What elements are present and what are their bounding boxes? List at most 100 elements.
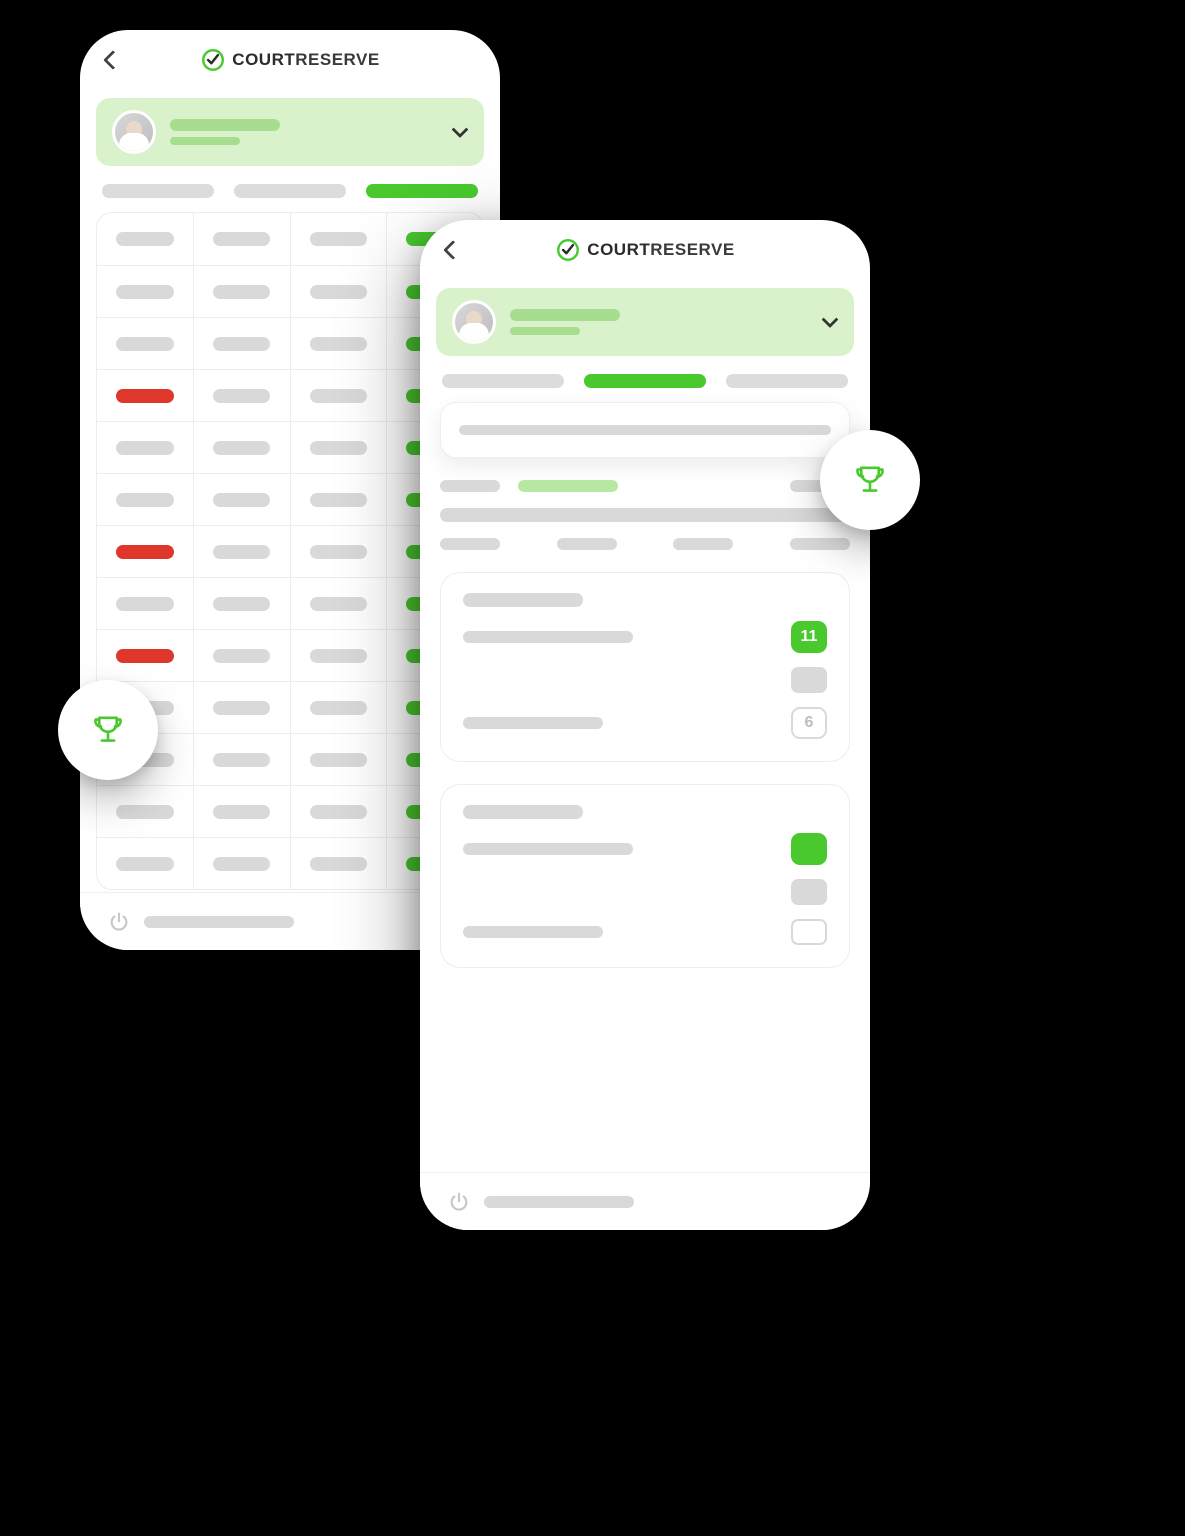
brand-name: COURTRESERVE — [587, 240, 734, 260]
footer — [420, 1172, 870, 1230]
status-pill — [116, 857, 173, 871]
status-pill — [310, 857, 367, 871]
table-cell[interactable] — [291, 578, 388, 629]
filter-chip-active[interactable] — [518, 480, 618, 492]
table-cell[interactable] — [291, 526, 388, 577]
stat-chip — [557, 538, 617, 550]
table-cell[interactable] — [194, 630, 291, 681]
table-cell[interactable] — [194, 422, 291, 473]
standing-card[interactable]: 11 6 — [440, 572, 850, 762]
status-pill — [116, 285, 173, 299]
status-pill — [213, 857, 270, 871]
table-cell[interactable] — [291, 786, 388, 837]
table-cell[interactable] — [97, 474, 194, 525]
footer-text-placeholder — [144, 916, 294, 928]
filter-chip[interactable] — [440, 480, 500, 492]
stat-chip — [440, 538, 500, 550]
brand-name: COURTRESERVE — [232, 50, 379, 70]
check-circle-icon — [200, 47, 226, 73]
chevron-down-icon[interactable] — [452, 121, 469, 138]
card-title-placeholder — [463, 593, 583, 607]
table-cell[interactable] — [291, 734, 388, 785]
content: 11 6 — [420, 402, 870, 1038]
table-cell[interactable] — [291, 838, 388, 889]
status-pill — [116, 805, 173, 819]
table-cell[interactable] — [97, 370, 194, 421]
header: COURTRESERVE — [420, 220, 870, 280]
table-cell[interactable] — [291, 682, 388, 733]
status-pill — [116, 545, 173, 559]
table-cell[interactable] — [291, 370, 388, 421]
tab-2[interactable] — [584, 374, 706, 388]
power-icon[interactable] — [448, 1191, 470, 1213]
tabs — [420, 368, 870, 402]
table-cell[interactable] — [97, 213, 194, 265]
check-circle-icon — [555, 237, 581, 263]
table-cell[interactable] — [291, 318, 388, 369]
table-cell[interactable] — [97, 318, 194, 369]
table-cell[interactable] — [194, 682, 291, 733]
stat-chip — [673, 538, 733, 550]
table-cell[interactable] — [97, 630, 194, 681]
table-cell[interactable] — [194, 786, 291, 837]
table-cell[interactable] — [97, 422, 194, 473]
back-icon[interactable] — [443, 240, 463, 260]
table-cell[interactable] — [194, 578, 291, 629]
status-pill — [310, 285, 367, 299]
table-cell[interactable] — [97, 266, 194, 317]
table-cell[interactable] — [97, 838, 194, 889]
status-pill — [213, 441, 270, 455]
table-cell[interactable] — [194, 838, 291, 889]
table-cell[interactable] — [291, 630, 388, 681]
table-cell[interactable] — [97, 526, 194, 577]
card-line-placeholder — [463, 631, 633, 643]
status-pill — [310, 805, 367, 819]
chevron-down-icon[interactable] — [822, 311, 839, 328]
table-cell[interactable] — [291, 213, 388, 265]
status-pill — [116, 232, 173, 246]
back-icon[interactable] — [103, 50, 123, 70]
status-pill — [116, 441, 173, 455]
status-pill — [213, 649, 270, 663]
table-cell[interactable] — [97, 578, 194, 629]
table-cell[interactable] — [291, 422, 388, 473]
card-line-placeholder — [463, 926, 603, 938]
table-cell[interactable] — [194, 474, 291, 525]
status-pill — [213, 493, 270, 507]
tab-3[interactable] — [366, 184, 478, 198]
power-icon[interactable] — [108, 911, 130, 933]
table-cell[interactable] — [291, 474, 388, 525]
profile-selector[interactable] — [436, 288, 854, 356]
tab-1[interactable] — [102, 184, 214, 198]
table-cell[interactable] — [194, 318, 291, 369]
standing-card[interactable] — [440, 784, 850, 968]
table-cell[interactable] — [291, 266, 388, 317]
filter-row — [440, 480, 850, 492]
outline-badge: 6 — [791, 707, 827, 739]
tab-3[interactable] — [726, 374, 848, 388]
trophy-fab[interactable] — [820, 430, 920, 530]
table-cell[interactable] — [97, 786, 194, 837]
status-pill — [116, 649, 173, 663]
status-pill — [310, 389, 367, 403]
status-pill — [310, 753, 367, 767]
trophy-icon — [849, 459, 891, 501]
stat-chip — [790, 538, 850, 550]
trophy-fab[interactable] — [58, 680, 158, 780]
table-cell[interactable] — [194, 213, 291, 265]
profile-selector[interactable] — [96, 98, 484, 166]
status-pill — [213, 701, 270, 715]
small-badge — [791, 879, 827, 905]
tab-1[interactable] — [442, 374, 564, 388]
tab-2[interactable] — [234, 184, 346, 198]
table-cell[interactable] — [194, 266, 291, 317]
footer-text-placeholder — [484, 1196, 634, 1208]
search-card[interactable] — [440, 402, 850, 458]
table-cell[interactable] — [194, 370, 291, 421]
table-cell[interactable] — [194, 526, 291, 577]
table-cell[interactable] — [194, 734, 291, 785]
avatar — [452, 300, 496, 344]
status-pill — [310, 597, 367, 611]
status-pill — [310, 649, 367, 663]
outline-badge — [791, 919, 827, 945]
